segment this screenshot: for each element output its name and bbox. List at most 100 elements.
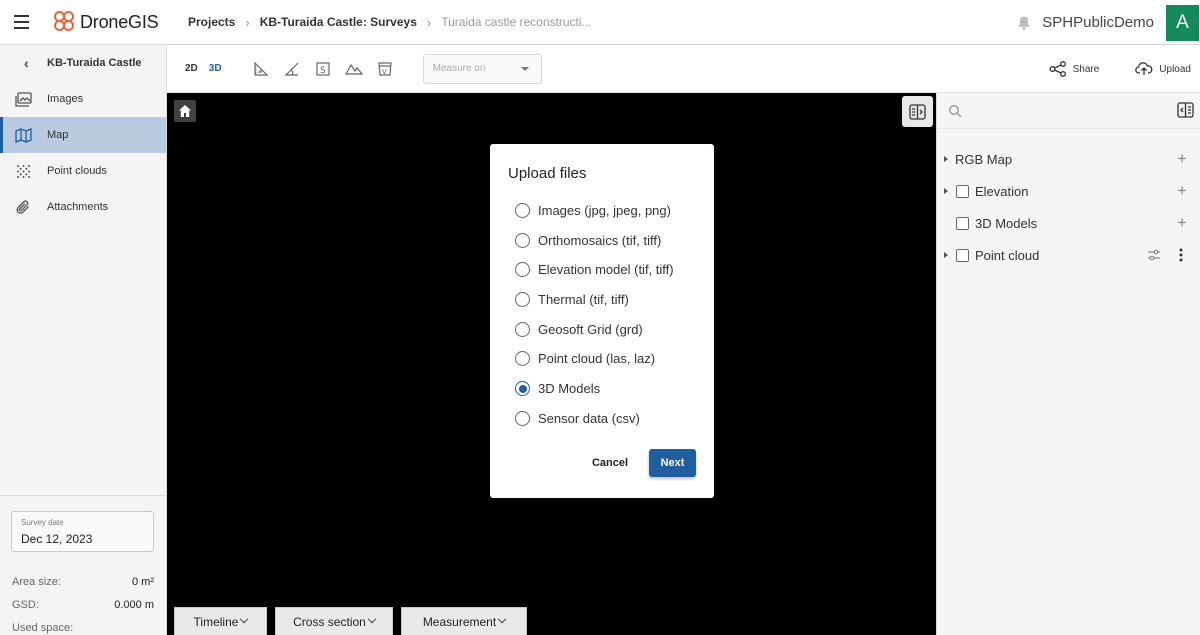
chevron-down-icon — [497, 614, 507, 623]
tab-timeline[interactable]: Timeline — [174, 607, 267, 635]
sidebar: ‹ KB-Turaida Castle Images Map Point clo… — [0, 45, 167, 635]
expand-arrow-icon[interactable] — [944, 156, 948, 162]
option-3d-models[interactable]: 3D Models — [515, 381, 600, 396]
chevron-down-icon — [367, 614, 377, 623]
expand-arrow-icon[interactable] — [944, 252, 948, 258]
caret-down-icon — [520, 66, 529, 71]
measure-on-placeholder: Measure on — [432, 63, 486, 74]
drone-logo-icon — [54, 11, 76, 33]
survey-info: Survey date Dec 12, 2023 Area size: 0 m²… — [0, 495, 166, 635]
sidebar-item-map[interactable]: Map — [0, 117, 166, 153]
share-label: Share — [1072, 63, 1100, 75]
option-elevation-model[interactable]: Elevation model (tif, tiff) — [515, 262, 674, 277]
layers-panel-toggle[interactable] — [902, 96, 933, 127]
layer-search[interactable] — [937, 93, 1200, 129]
user-name[interactable]: SPHPublicDemo — [1042, 14, 1154, 31]
sidebar-item-point-clouds[interactable]: Point clouds — [0, 153, 166, 189]
breadcrumb-current: Turaida castle reconstructi... — [441, 15, 592, 29]
breadcrumb: Projects › KB-Turaida Castle: Surveys › … — [188, 15, 592, 30]
sidebar-item-label: Map — [47, 129, 69, 141]
radio-button[interactable] — [515, 292, 530, 307]
radio-button[interactable] — [515, 233, 530, 248]
cancel-button[interactable]: Cancel — [583, 450, 637, 476]
panel-toggle-icon[interactable] — [1177, 102, 1194, 118]
layer-label: RGB Map — [955, 151, 1013, 167]
layer-label: Point cloud — [975, 247, 1040, 263]
measure-volume-icon[interactable]: V — [370, 54, 401, 84]
layer-checkbox[interactable] — [956, 216, 969, 230]
radio-button[interactable] — [515, 351, 530, 366]
layer-elevation[interactable]: Elevation + — [937, 175, 1200, 207]
option-sensor-data[interactable]: Sensor data (csv) — [515, 411, 640, 426]
sliders-icon[interactable] — [1147, 249, 1161, 261]
add-icon[interactable]: + — [1177, 213, 1187, 233]
panel-toggle-icon — [909, 103, 926, 120]
bell-icon[interactable] — [1016, 15, 1032, 31]
chevron-right-icon: › — [426, 14, 432, 30]
upload-button[interactable]: Upload — [1135, 61, 1191, 77]
option-geosoft-grid[interactable]: Geosoft Grid (grd) — [515, 322, 643, 337]
chevron-down-icon — [240, 614, 249, 623]
measure-height-icon[interactable] — [339, 54, 370, 84]
tab-measurement[interactable]: Measurement — [401, 607, 527, 635]
dialog-title: Upload files — [508, 165, 587, 182]
option-orthomosaics[interactable]: Orthomosaics (tif, tiff) — [515, 233, 661, 248]
measure-distance-icon[interactable] — [246, 54, 277, 84]
avatar[interactable]: A — [1166, 4, 1199, 41]
sidebar-item-images[interactable]: Images — [0, 81, 166, 117]
layers-panel: RGB Map + Elevation + 3D Models + Point … — [936, 93, 1200, 635]
sidebar-item-label: Point clouds — [47, 165, 107, 177]
search-icon — [948, 104, 962, 118]
next-button[interactable]: Next — [649, 449, 696, 477]
sidebar-item-attachments[interactable]: Attachments — [0, 189, 166, 225]
home-view-button[interactable] — [174, 100, 196, 122]
layer-checkbox[interactable] — [956, 248, 969, 262]
svg-text:V: V — [382, 68, 387, 76]
menu-icon[interactable] — [0, 0, 42, 45]
option-point-cloud[interactable]: Point cloud (las, laz) — [515, 351, 655, 366]
svg-text:S: S — [320, 66, 326, 76]
radio-button[interactable] — [515, 262, 530, 277]
option-images[interactable]: Images (jpg, jpeg, png) — [515, 203, 671, 218]
measure-angle-icon[interactable] — [277, 54, 308, 84]
map-toolbar: 2D 3D S V Measure on Share Upload — [167, 45, 1200, 93]
add-icon[interactable]: + — [1177, 149, 1187, 169]
layer-rgb-map[interactable]: RGB Map + — [937, 143, 1200, 175]
point-cloud-icon — [0, 164, 47, 179]
chevron-left-icon: ‹ — [24, 55, 29, 71]
upload-label: Upload — [1159, 63, 1191, 75]
bottom-tabs: Timeline Cross section Measurement — [174, 607, 535, 635]
breadcrumb-surveys[interactable]: KB-Turaida Castle: Surveys — [260, 15, 417, 29]
app-logo[interactable]: DroneGIS — [54, 11, 174, 33]
layer-point-cloud[interactable]: Point cloud — [937, 239, 1200, 271]
survey-date-value: Dec 12, 2023 — [21, 532, 93, 546]
radio-button-selected[interactable] — [515, 381, 530, 396]
active-indicator — [0, 117, 3, 153]
chevron-right-icon: › — [245, 14, 250, 30]
sidebar-item-label: Attachments — [47, 201, 109, 213]
expand-arrow-icon[interactable] — [944, 188, 948, 194]
layer-3d-models[interactable]: 3D Models + — [937, 207, 1200, 239]
back-to-project[interactable]: ‹ KB-Turaida Castle — [0, 45, 166, 81]
measure-on-select[interactable]: Measure on — [422, 53, 542, 84]
layer-label: Elevation — [975, 183, 1029, 199]
add-icon[interactable]: + — [1177, 181, 1187, 201]
radio-button[interactable] — [515, 203, 530, 218]
radio-button[interactable] — [515, 322, 530, 337]
upload-files-dialog: Upload files Images (jpg, jpeg, png) Ort… — [490, 144, 714, 498]
survey-date-field[interactable]: Survey date Dec 12, 2023 — [11, 511, 154, 552]
breadcrumb-projects[interactable]: Projects — [188, 15, 235, 29]
layer-checkbox[interactable] — [956, 184, 969, 198]
radio-button[interactable] — [515, 411, 530, 426]
measure-area-icon[interactable]: S — [308, 54, 339, 84]
more-vertical-icon[interactable] — [1179, 248, 1183, 262]
tab-cross-section[interactable]: Cross section — [275, 607, 393, 635]
view-3d-button[interactable]: 3D — [209, 63, 222, 74]
view-2d-button[interactable]: 2D — [185, 63, 198, 74]
images-icon — [0, 91, 47, 107]
share-button[interactable]: Share — [1049, 61, 1100, 77]
cloud-upload-icon — [1135, 62, 1153, 75]
survey-date-label: Survey date — [21, 518, 64, 527]
option-thermal[interactable]: Thermal (tif, tiff) — [515, 292, 629, 307]
map-icon — [0, 127, 47, 143]
